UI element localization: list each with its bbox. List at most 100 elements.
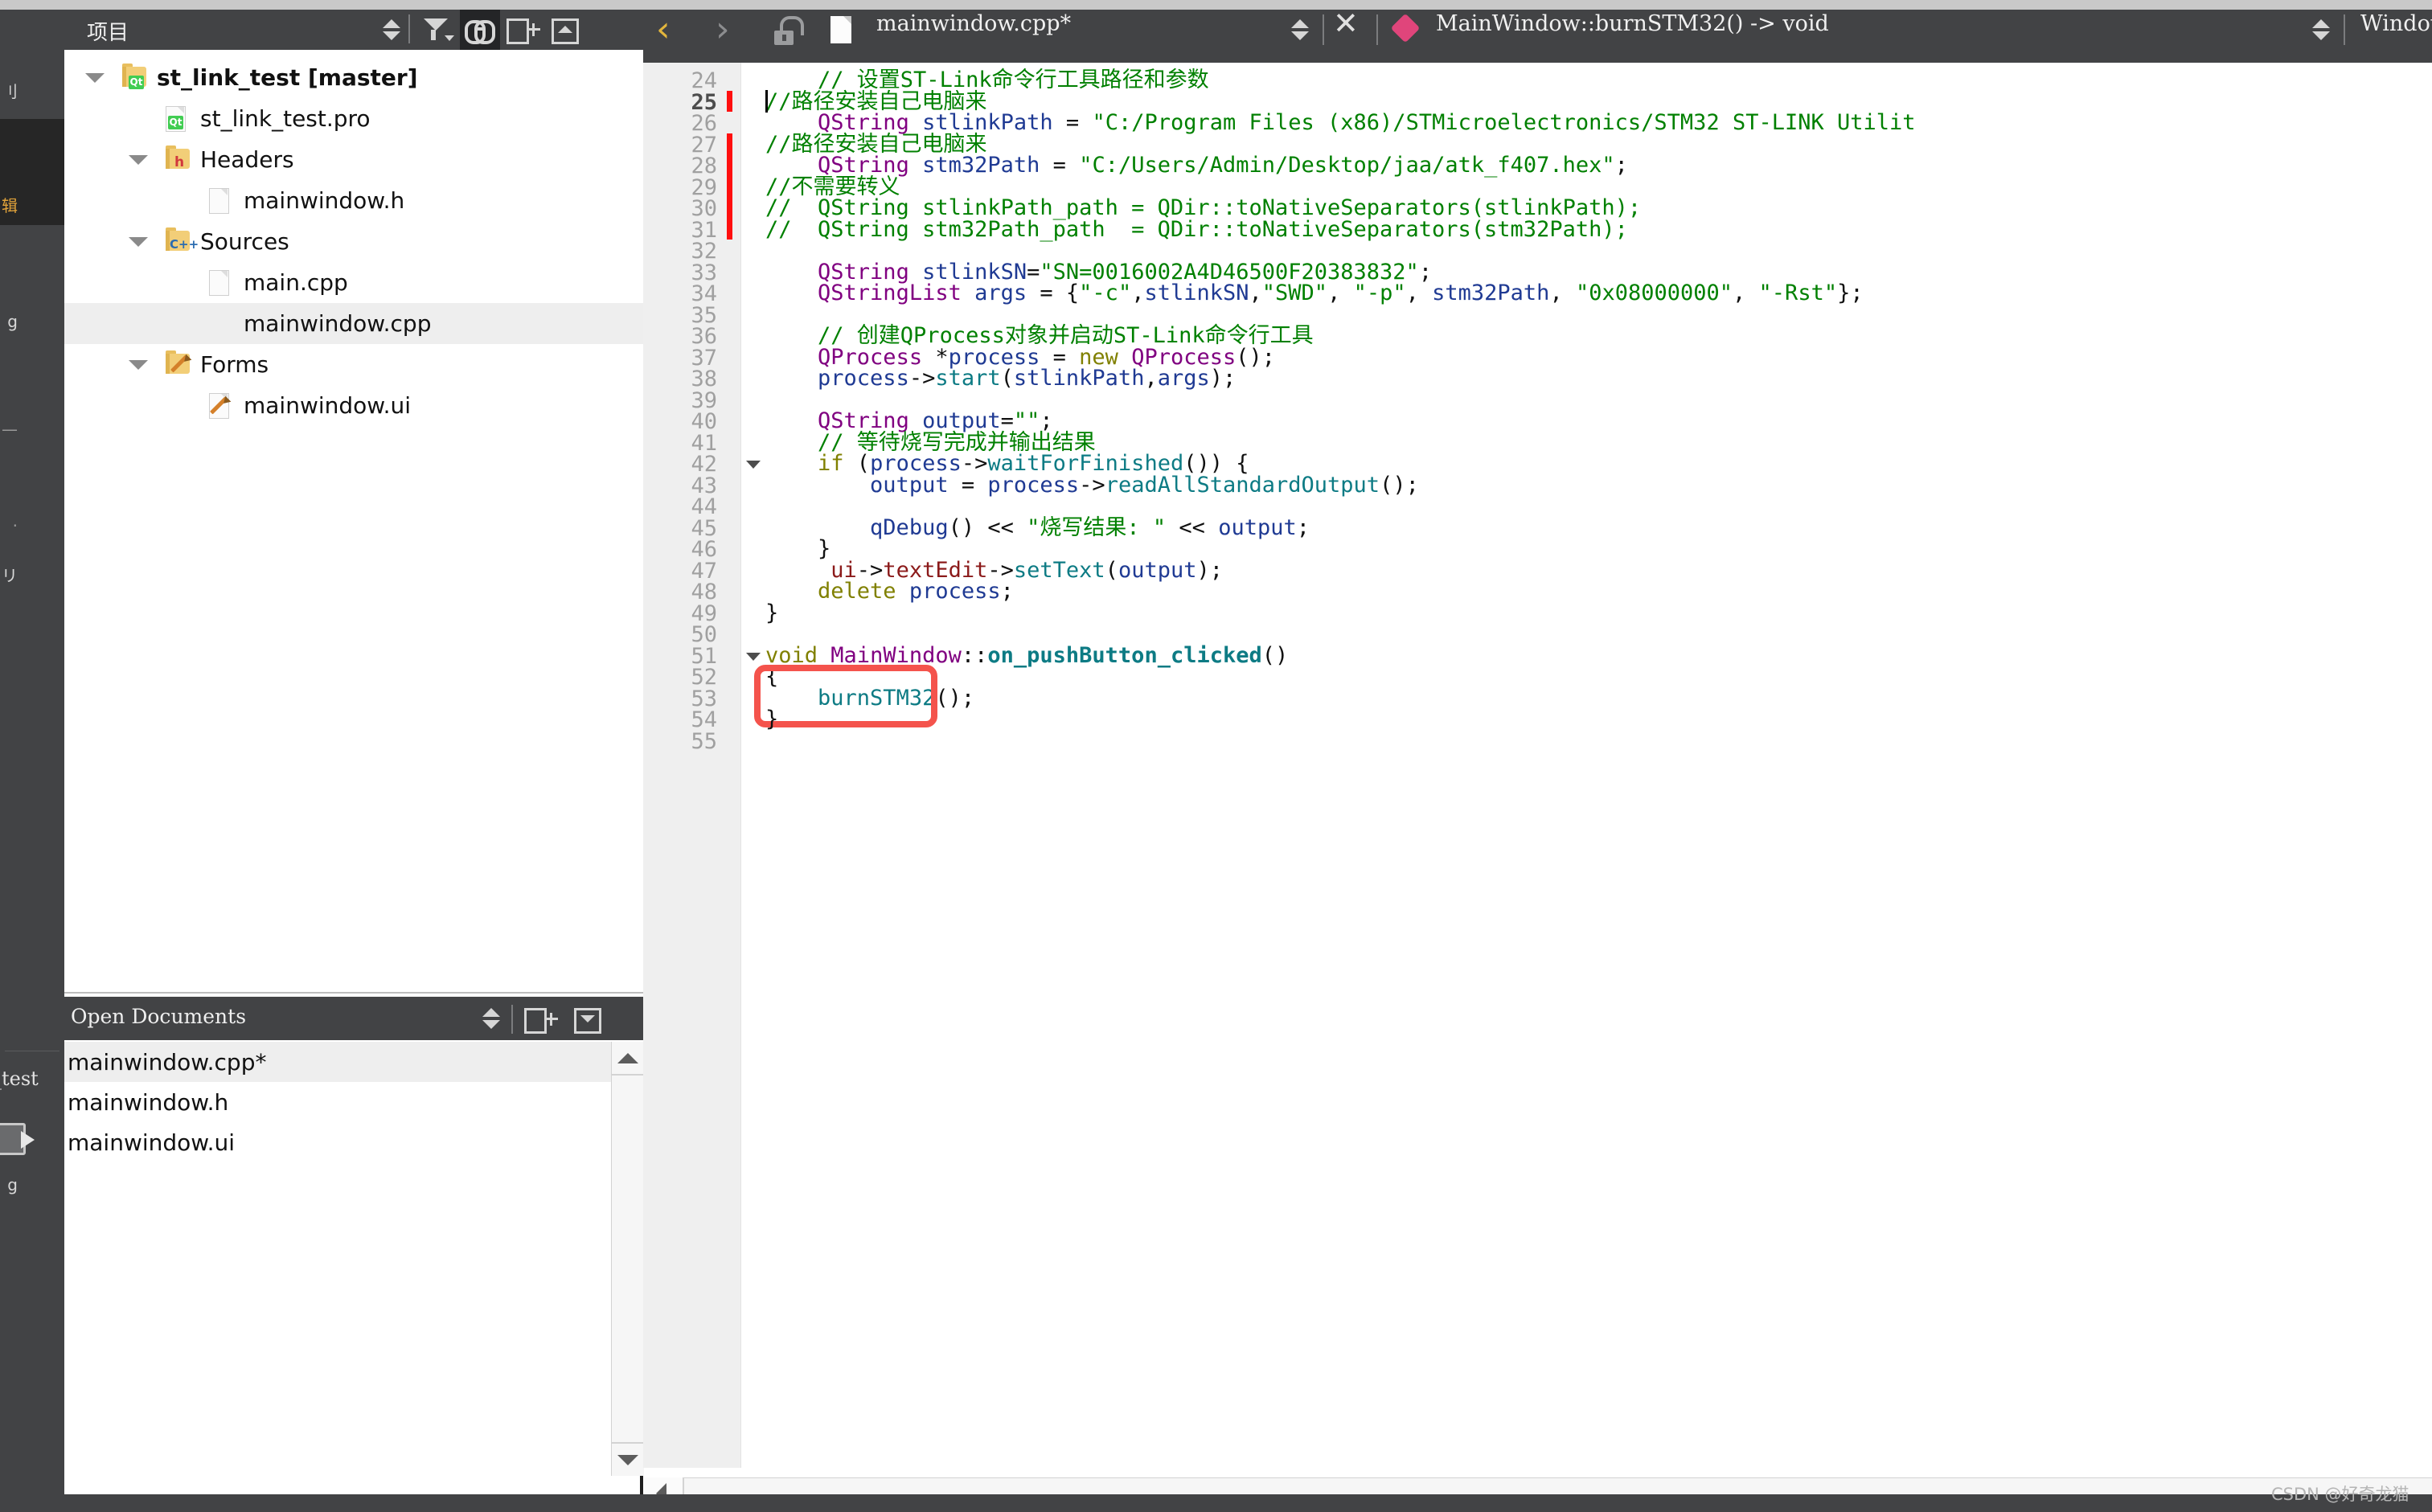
triangle-up-icon	[558, 26, 572, 33]
tree-row[interactable]	[64, 262, 643, 303]
line-number: 28	[643, 155, 717, 177]
mode-glyph-5: リ	[2, 563, 18, 586]
line-number: 30	[643, 198, 717, 219]
change-marker	[727, 91, 732, 113]
line-number: 40	[643, 411, 717, 432]
line-number: 46	[643, 539, 717, 560]
editor-window-label[interactable]: Window	[2360, 11, 2432, 36]
code-token: process	[987, 473, 1079, 498]
fold-toggle-icon[interactable]	[746, 461, 761, 469]
line-number: 26	[643, 113, 717, 134]
scrollbar-divider	[612, 1074, 643, 1076]
open-document-label: mainwindow.cpp*	[64, 1049, 266, 1076]
run-button-icon[interactable]	[21, 1131, 35, 1149]
code-token: }	[765, 600, 778, 625]
open-documents-sync-sort-button[interactable]	[473, 998, 513, 1039]
code-token: ;	[1615, 153, 1628, 178]
code-line: //路径安装自己电脑来	[765, 133, 987, 155]
code-token: ->	[909, 366, 936, 391]
mode-selector-bar[interactable]: 刂 辑 — g · リ _test g	[0, 10, 64, 1512]
chevron-up-icon	[2312, 19, 2330, 28]
tree-item-label: mainwindow.ui	[244, 392, 411, 419]
code-token: =	[1053, 110, 1093, 135]
open-document-item[interactable]: mainwindow.cpp*	[64, 1042, 611, 1082]
code-token: "C:/Program Files (x86)/STMicroelectroni…	[1092, 110, 1915, 135]
code-token	[765, 473, 870, 498]
plus-icon-v	[550, 1013, 552, 1026]
code-token: stlinkSN	[1144, 281, 1249, 305]
split-pane-icon	[524, 1008, 547, 1034]
mode-glyph-2: —	[2, 420, 18, 439]
chevron-down-icon	[445, 35, 454, 41]
tree-item-label: st_link_test [master]	[157, 64, 418, 91]
code-line: //路径安装自己电脑来	[765, 91, 987, 113]
open-document-item[interactable]: mainwindow.ui	[64, 1122, 611, 1162]
arrow-up-icon	[617, 1053, 638, 1063]
project-add-split-button[interactable]	[502, 10, 542, 50]
code-token: =	[1040, 153, 1079, 178]
open-documents-rows: mainwindow.cpp* mainwindow.hmainwindow.ui	[64, 1042, 611, 1476]
status-bar	[0, 1494, 2432, 1512]
editor-code-area[interactable]: 24 // 设置ST-Link命令行工具路径和参数25//路径安装自己电脑来26…	[643, 63, 2432, 1468]
code-editor[interactable]: 24 // 设置ST-Link命令行工具路径和参数25//路径安装自己电脑来26…	[643, 63, 2432, 1468]
line-number: 39	[643, 390, 717, 412]
open-documents-add-split-button[interactable]	[521, 998, 561, 1039]
code-token: // QString stm32Path_path = QDir::toNati…	[765, 217, 1628, 242]
line-number: 53	[643, 688, 717, 710]
close-document-button[interactable]: ✕	[1333, 8, 1359, 39]
project-link-editor-button[interactable]	[460, 10, 500, 50]
lock-button[interactable]	[772, 16, 810, 55]
change-marker	[727, 154, 732, 176]
open-document-item[interactable]: mainwindow.h	[64, 1082, 611, 1122]
navigate-back-button[interactable]: ‹	[656, 12, 671, 47]
mode-glyph-edit: 辑	[2, 193, 18, 216]
change-marker	[727, 133, 732, 155]
project-collapse-button[interactable]	[545, 10, 585, 50]
open-documents-scrollbar[interactable]	[611, 1042, 644, 1476]
code-line: output = process->readAllStandardOutput(…	[765, 474, 1419, 496]
toolbar-divider	[2344, 14, 2345, 45]
tree-row[interactable]	[64, 139, 643, 180]
code-token: "-Rst"	[1759, 281, 1838, 305]
code-token: }	[765, 707, 778, 731]
code-token: start	[935, 366, 1000, 391]
project-panel-title: 项目	[87, 16, 129, 46]
lock-icon-keyhole	[782, 35, 786, 41]
project-filter-button[interactable]	[418, 10, 458, 50]
change-marker	[727, 219, 732, 240]
line-number: 42	[643, 453, 717, 475]
file-dropdown-button[interactable]	[1282, 10, 1318, 50]
kit-selector[interactable]: _test	[0, 1055, 64, 1103]
code-token: ()	[1262, 643, 1289, 668]
symbol-dropdown-button[interactable]	[2303, 10, 2339, 50]
code-token: ,	[1249, 281, 1262, 305]
scrollbar-divider	[612, 1442, 643, 1444]
tree-row[interactable]	[64, 221, 643, 262]
code-token: args	[974, 281, 1027, 305]
code-token: args	[1158, 366, 1210, 391]
open-documents-collapse-button[interactable]	[568, 998, 608, 1039]
code-token	[765, 366, 818, 391]
line-number: 25	[643, 92, 717, 113]
change-marker	[727, 197, 732, 219]
filter-icon-stem	[431, 30, 436, 40]
line-number: 37	[643, 347, 717, 369]
open-documents-scroll-down-button[interactable]	[612, 1444, 643, 1476]
code-line: // 等待烧写完成并输出结果	[765, 432, 1096, 453]
code-token: "-p"	[1354, 281, 1406, 305]
tree-row[interactable]	[64, 344, 643, 385]
editor-symbol-name[interactable]: MainWindow::burnSTM32() -> void	[1436, 11, 1829, 36]
project-sync-sort-button[interactable]	[371, 10, 412, 50]
line-number: 32	[643, 240, 717, 262]
triangle-down-icon	[580, 1015, 595, 1022]
navigate-forward-button[interactable]: ›	[716, 12, 730, 47]
open-documents-scroll-up-button[interactable]	[612, 1042, 643, 1074]
code-token: "C:/Users/Admin/Desktop/jaa/atk_f407.hex…	[1079, 153, 1614, 178]
line-number: 45	[643, 518, 717, 539]
editor-file-name[interactable]: mainwindow.cpp*	[876, 11, 1071, 36]
mode-glyph-0: 刂	[2, 79, 18, 102]
code-line: void MainWindow::on_pushButton_clicked()	[765, 645, 1288, 666]
fold-toggle-icon[interactable]	[746, 653, 761, 661]
code-token: stm32Path	[922, 153, 1040, 178]
line-number: 33	[643, 262, 717, 284]
